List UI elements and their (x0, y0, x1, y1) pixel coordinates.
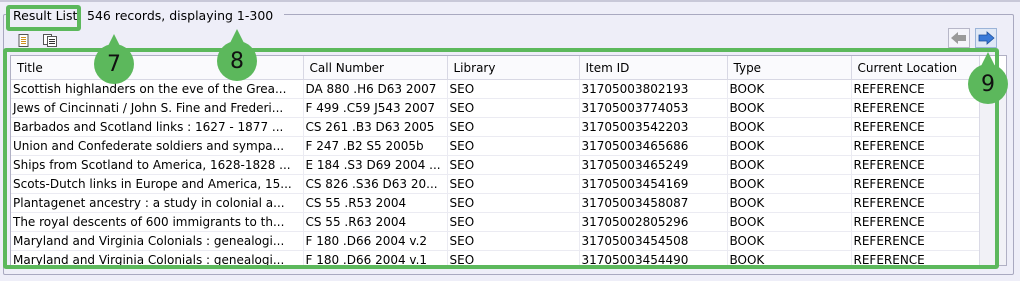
result-list-panel: Result List 546 records, displaying 1-30… (0, 0, 1020, 281)
page-icon[interactable] (17, 34, 31, 47)
callout-badge-7: 7 (94, 44, 134, 84)
callout-badge-9: 9 (968, 64, 1008, 104)
next-page-button[interactable] (975, 28, 997, 48)
callout-badge-8: 8 (217, 41, 257, 81)
top-divider (0, 0, 1020, 2)
results-grid-highlight (3, 48, 999, 269)
record-count-text: 546 records, displaying 1-300 (87, 8, 274, 23)
previous-page-button[interactable] (948, 28, 970, 48)
result-list-title-highlight (6, 5, 81, 31)
copy-list-icon[interactable] (43, 34, 57, 47)
